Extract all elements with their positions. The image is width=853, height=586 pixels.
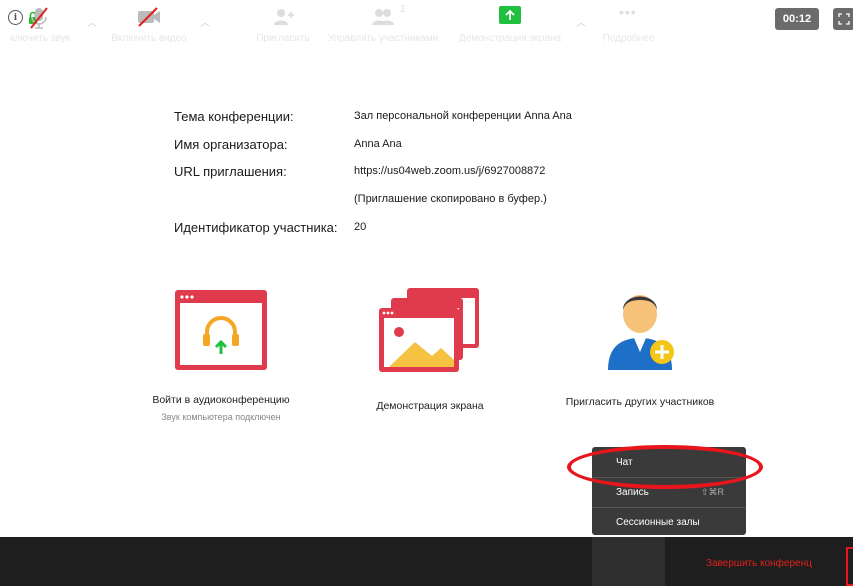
end-meeting-button[interactable]: Завершить конференц <box>706 558 812 569</box>
end-highlight-annotation <box>846 547 853 586</box>
video-off-icon <box>138 7 160 27</box>
invite-button[interactable]: Пригласить <box>250 0 316 49</box>
audio-options-caret[interactable]: ︿ <box>87 14 97 29</box>
invite-label: Пригласить других участников <box>565 396 715 408</box>
share-screen-button[interactable]: Демонстрация экрана <box>450 0 570 49</box>
share-options-caret[interactable]: ︿ <box>576 14 586 29</box>
host-value: Anna Ana <box>354 138 402 150</box>
record-shortcut: ⇧⌘R <box>700 486 724 497</box>
url-copied-note: (Приглашение скопировано в буфер.) <box>354 193 547 205</box>
mic-muted-icon <box>30 7 48 29</box>
invite-tile[interactable]: Пригласить других участников <box>548 280 732 408</box>
more-button-highlight <box>592 537 665 586</box>
join-audio-tile[interactable]: Войти в аудиоконференцию Звук компьютера… <box>131 288 311 422</box>
more-button[interactable]: ••• Подробнее <box>592 0 665 49</box>
unmute-button[interactable]: ключить звук <box>0 0 80 49</box>
share-screen-arrow-icon <box>499 6 521 24</box>
audio-status: Звук компьютера подключен <box>161 412 281 422</box>
manage-participants-button[interactable]: 1 Управлять участниками <box>318 0 448 49</box>
share-screen-tile[interactable]: Демонстрация экрана <box>360 286 500 412</box>
participants-count: 1 <box>400 4 406 15</box>
start-video-button[interactable]: Включить видео <box>100 0 198 49</box>
participants-icon <box>372 9 394 25</box>
menu-item-breakout-rooms[interactable]: Сессионные залы <box>592 509 746 535</box>
fullscreen-icon <box>838 13 850 25</box>
headphones-icon <box>175 290 267 370</box>
join-audio-label: Войти в аудиоконференцию <box>152 394 290 406</box>
start-video-label: Включить видео <box>111 33 187 44</box>
manage-participants-label: Управлять участниками <box>327 33 439 44</box>
share-screen-icon <box>379 288 479 372</box>
unmute-label: ключить звук <box>9 33 71 44</box>
invite-user-icon <box>608 295 674 370</box>
topic-value: Зал персональной конференции Anna Ana <box>354 110 572 122</box>
invite-url[interactable]: https://us04web.zoom.us/j/6927008872 <box>354 165 545 177</box>
topic-label: Тема конференции: <box>174 109 294 124</box>
more-dots-icon: ••• <box>619 4 637 20</box>
more-button-label: Подробнее <box>602 33 655 44</box>
url-label: URL приглашения: <box>174 164 287 179</box>
share-screen-button-label: Демонстрация экрана <box>458 33 562 44</box>
chat-highlight-annotation <box>567 445 763 489</box>
fullscreen-button[interactable] <box>833 8 853 30</box>
participant-id-label: Идентификатор участника: <box>174 220 338 235</box>
menu-divider <box>592 507 746 508</box>
video-options-caret[interactable]: ︿ <box>200 14 210 29</box>
share-screen-label: Демонстрация экрана <box>376 400 484 412</box>
participant-id-value: 20 <box>354 221 367 233</box>
host-label: Имя организатора: <box>174 137 288 152</box>
add-user-icon <box>274 9 294 25</box>
invite-button-label: Пригласить <box>256 33 310 44</box>
meeting-timer: 00:12 <box>775 8 819 30</box>
